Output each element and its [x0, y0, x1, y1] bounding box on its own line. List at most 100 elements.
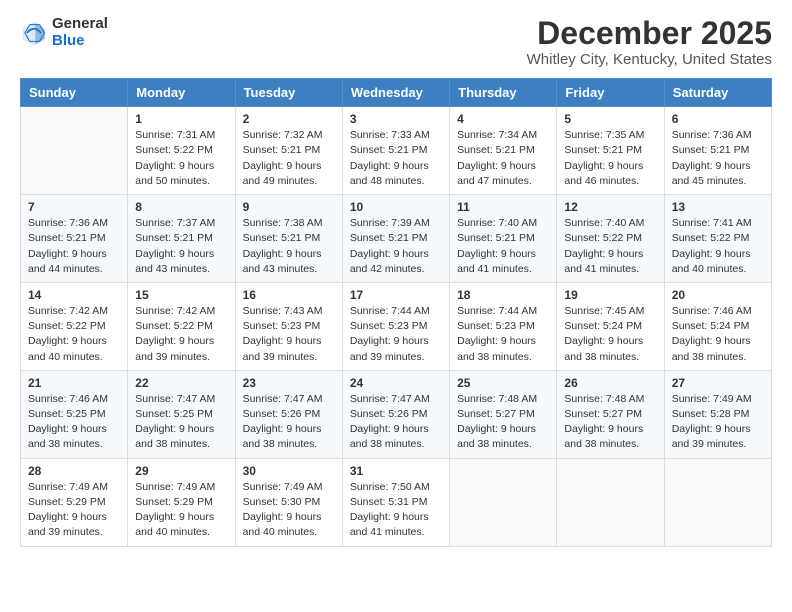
day-number: 5 [564, 112, 656, 126]
location-subtitle: Whitley City, Kentucky, United States [527, 51, 772, 68]
day-number: 28 [28, 464, 120, 478]
calendar-week-row: 28 Sunrise: 7:49 AMSunset: 5:29 PMDaylig… [21, 458, 772, 546]
table-row: 17 Sunrise: 7:44 AMSunset: 5:23 PMDaylig… [342, 282, 449, 370]
table-row [450, 458, 557, 546]
day-info: Sunrise: 7:46 AMSunset: 5:24 PMDaylight:… [672, 304, 764, 365]
table-row: 15 Sunrise: 7:42 AMSunset: 5:22 PMDaylig… [128, 282, 235, 370]
table-row: 18 Sunrise: 7:44 AMSunset: 5:23 PMDaylig… [450, 282, 557, 370]
calendar-week-row: 21 Sunrise: 7:46 AMSunset: 5:25 PMDaylig… [21, 370, 772, 458]
day-info: Sunrise: 7:47 AMSunset: 5:25 PMDaylight:… [135, 392, 227, 453]
day-number: 20 [672, 288, 764, 302]
day-info: Sunrise: 7:45 AMSunset: 5:24 PMDaylight:… [564, 304, 656, 365]
table-row [21, 107, 128, 195]
day-number: 13 [672, 200, 764, 214]
day-number: 31 [350, 464, 442, 478]
table-row: 27 Sunrise: 7:49 AMSunset: 5:28 PMDaylig… [664, 370, 771, 458]
day-info: Sunrise: 7:40 AMSunset: 5:21 PMDaylight:… [457, 216, 549, 277]
day-info: Sunrise: 7:43 AMSunset: 5:23 PMDaylight:… [243, 304, 335, 365]
day-info: Sunrise: 7:34 AMSunset: 5:21 PMDaylight:… [457, 128, 549, 189]
day-number: 6 [672, 112, 764, 126]
calendar-table: Sunday Monday Tuesday Wednesday Thursday… [20, 78, 772, 546]
table-row: 22 Sunrise: 7:47 AMSunset: 5:25 PMDaylig… [128, 370, 235, 458]
calendar-week-row: 14 Sunrise: 7:42 AMSunset: 5:22 PMDaylig… [21, 282, 772, 370]
day-info: Sunrise: 7:49 AMSunset: 5:29 PMDaylight:… [28, 480, 120, 541]
day-number: 21 [28, 376, 120, 390]
page-header: General Blue December 2025 Whitley City,… [20, 16, 772, 68]
day-number: 10 [350, 200, 442, 214]
day-info: Sunrise: 7:42 AMSunset: 5:22 PMDaylight:… [135, 304, 227, 365]
table-row: 24 Sunrise: 7:47 AMSunset: 5:26 PMDaylig… [342, 370, 449, 458]
logo-icon [20, 19, 48, 47]
table-row: 28 Sunrise: 7:49 AMSunset: 5:29 PMDaylig… [21, 458, 128, 546]
calendar-week-row: 7 Sunrise: 7:36 AMSunset: 5:21 PMDayligh… [21, 195, 772, 283]
day-info: Sunrise: 7:47 AMSunset: 5:26 PMDaylight:… [350, 392, 442, 453]
logo-blue: Blue [52, 33, 108, 50]
table-row [557, 458, 664, 546]
day-number: 16 [243, 288, 335, 302]
day-number: 7 [28, 200, 120, 214]
day-number: 4 [457, 112, 549, 126]
day-number: 19 [564, 288, 656, 302]
logo: General Blue [20, 16, 108, 49]
day-info: Sunrise: 7:35 AMSunset: 5:21 PMDaylight:… [564, 128, 656, 189]
day-number: 12 [564, 200, 656, 214]
table-row: 25 Sunrise: 7:48 AMSunset: 5:27 PMDaylig… [450, 370, 557, 458]
day-info: Sunrise: 7:38 AMSunset: 5:21 PMDaylight:… [243, 216, 335, 277]
day-number: 25 [457, 376, 549, 390]
table-row: 20 Sunrise: 7:46 AMSunset: 5:24 PMDaylig… [664, 282, 771, 370]
table-row: 1 Sunrise: 7:31 AMSunset: 5:22 PMDayligh… [128, 107, 235, 195]
day-info: Sunrise: 7:49 AMSunset: 5:30 PMDaylight:… [243, 480, 335, 541]
day-number: 23 [243, 376, 335, 390]
title-block: December 2025 Whitley City, Kentucky, Un… [527, 16, 772, 68]
table-row: 13 Sunrise: 7:41 AMSunset: 5:22 PMDaylig… [664, 195, 771, 283]
day-number: 29 [135, 464, 227, 478]
table-row: 19 Sunrise: 7:45 AMSunset: 5:24 PMDaylig… [557, 282, 664, 370]
month-title: December 2025 [527, 16, 772, 51]
col-wednesday: Wednesday [342, 79, 449, 107]
col-tuesday: Tuesday [235, 79, 342, 107]
day-number: 18 [457, 288, 549, 302]
table-row [664, 458, 771, 546]
day-info: Sunrise: 7:46 AMSunset: 5:25 PMDaylight:… [28, 392, 120, 453]
day-info: Sunrise: 7:41 AMSunset: 5:22 PMDaylight:… [672, 216, 764, 277]
day-info: Sunrise: 7:42 AMSunset: 5:22 PMDaylight:… [28, 304, 120, 365]
logo-text: General Blue [52, 16, 108, 49]
table-row: 4 Sunrise: 7:34 AMSunset: 5:21 PMDayligh… [450, 107, 557, 195]
table-row: 10 Sunrise: 7:39 AMSunset: 5:21 PMDaylig… [342, 195, 449, 283]
table-row: 30 Sunrise: 7:49 AMSunset: 5:30 PMDaylig… [235, 458, 342, 546]
day-number: 24 [350, 376, 442, 390]
col-friday: Friday [557, 79, 664, 107]
day-number: 11 [457, 200, 549, 214]
table-row: 14 Sunrise: 7:42 AMSunset: 5:22 PMDaylig… [21, 282, 128, 370]
day-info: Sunrise: 7:50 AMSunset: 5:31 PMDaylight:… [350, 480, 442, 541]
day-number: 30 [243, 464, 335, 478]
day-number: 9 [243, 200, 335, 214]
table-row: 3 Sunrise: 7:33 AMSunset: 5:21 PMDayligh… [342, 107, 449, 195]
day-info: Sunrise: 7:36 AMSunset: 5:21 PMDaylight:… [672, 128, 764, 189]
table-row: 31 Sunrise: 7:50 AMSunset: 5:31 PMDaylig… [342, 458, 449, 546]
day-number: 1 [135, 112, 227, 126]
day-number: 15 [135, 288, 227, 302]
day-number: 8 [135, 200, 227, 214]
day-info: Sunrise: 7:47 AMSunset: 5:26 PMDaylight:… [243, 392, 335, 453]
day-info: Sunrise: 7:32 AMSunset: 5:21 PMDaylight:… [243, 128, 335, 189]
table-row: 2 Sunrise: 7:32 AMSunset: 5:21 PMDayligh… [235, 107, 342, 195]
calendar-week-row: 1 Sunrise: 7:31 AMSunset: 5:22 PMDayligh… [21, 107, 772, 195]
day-number: 17 [350, 288, 442, 302]
day-number: 14 [28, 288, 120, 302]
day-info: Sunrise: 7:48 AMSunset: 5:27 PMDaylight:… [564, 392, 656, 453]
day-info: Sunrise: 7:33 AMSunset: 5:21 PMDaylight:… [350, 128, 442, 189]
table-row: 26 Sunrise: 7:48 AMSunset: 5:27 PMDaylig… [557, 370, 664, 458]
table-row: 23 Sunrise: 7:47 AMSunset: 5:26 PMDaylig… [235, 370, 342, 458]
col-sunday: Sunday [21, 79, 128, 107]
day-info: Sunrise: 7:37 AMSunset: 5:21 PMDaylight:… [135, 216, 227, 277]
day-info: Sunrise: 7:36 AMSunset: 5:21 PMDaylight:… [28, 216, 120, 277]
day-info: Sunrise: 7:40 AMSunset: 5:22 PMDaylight:… [564, 216, 656, 277]
day-info: Sunrise: 7:49 AMSunset: 5:28 PMDaylight:… [672, 392, 764, 453]
col-thursday: Thursday [450, 79, 557, 107]
day-info: Sunrise: 7:44 AMSunset: 5:23 PMDaylight:… [350, 304, 442, 365]
day-number: 27 [672, 376, 764, 390]
table-row: 7 Sunrise: 7:36 AMSunset: 5:21 PMDayligh… [21, 195, 128, 283]
table-row: 8 Sunrise: 7:37 AMSunset: 5:21 PMDayligh… [128, 195, 235, 283]
calendar-header-row: Sunday Monday Tuesday Wednesday Thursday… [21, 79, 772, 107]
